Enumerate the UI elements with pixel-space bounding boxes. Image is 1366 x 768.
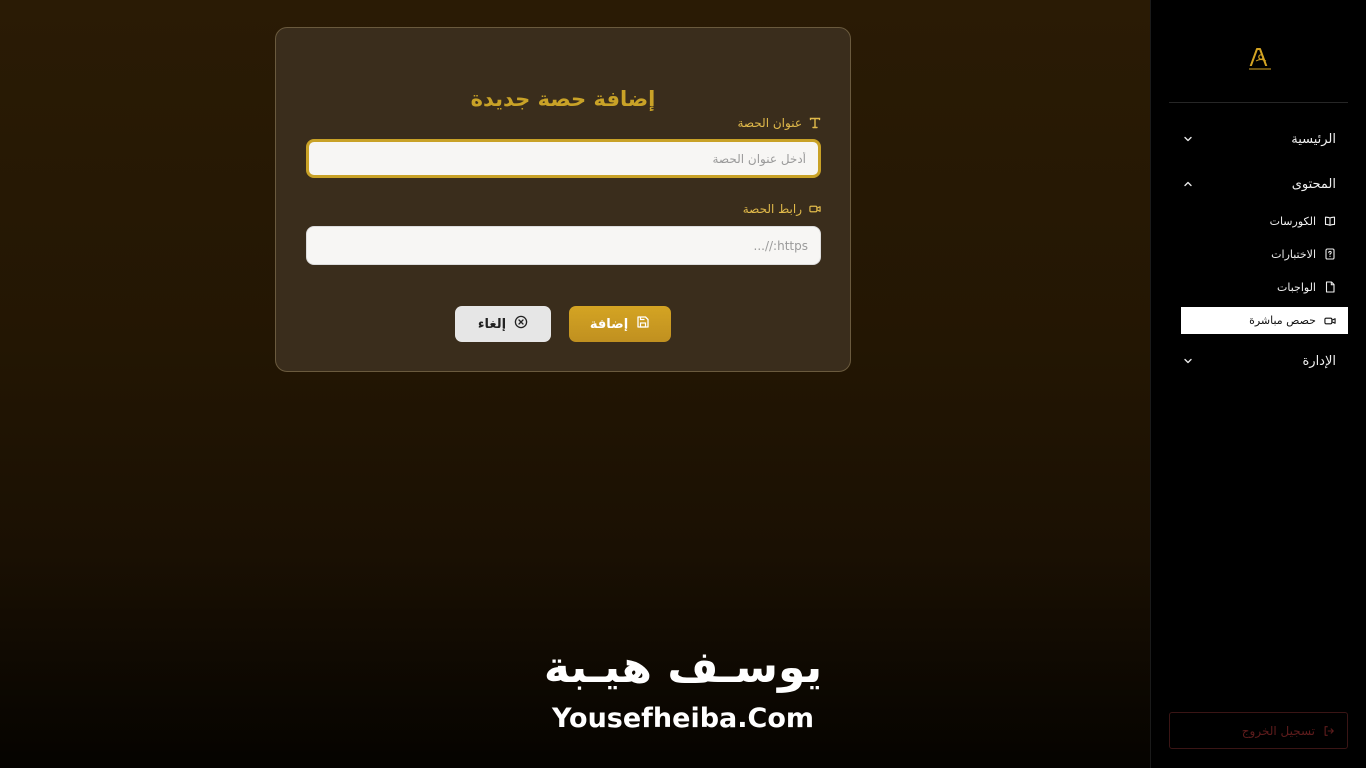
sidebar-item-label: الإدارة xyxy=(1302,353,1336,369)
sidebar: الرئيسية المحتوى الكورسات الاختبارات الو… xyxy=(1150,0,1366,768)
sidebar-item-admin[interactable]: الإدارة xyxy=(1181,349,1336,373)
save-icon xyxy=(636,315,650,333)
sidebar-item-label: المحتوى xyxy=(1291,176,1336,192)
session-url-label-text: رابط الحصة xyxy=(742,202,802,216)
file-question-icon xyxy=(1324,248,1336,260)
sidebar-subitem-label: الاختبارات xyxy=(1271,247,1316,261)
sidebar-subitem-homework[interactable]: الواجبات xyxy=(1181,276,1336,298)
sidebar-item-label: الرئيسية xyxy=(1291,131,1336,147)
sidebar-subitem-label: الواجبات xyxy=(1277,280,1316,294)
sidebar-item-content[interactable]: المحتوى xyxy=(1181,172,1336,196)
video-icon xyxy=(809,203,821,215)
cancel-button-label: إلغاء xyxy=(477,316,507,332)
logout-icon xyxy=(1323,725,1335,737)
sidebar-subitem-courses[interactable]: الكورسات xyxy=(1181,210,1336,232)
logout-button[interactable]: تسجيل الخروج xyxy=(1169,712,1348,749)
close-circle-icon xyxy=(514,315,528,333)
text-type-icon xyxy=(809,117,821,129)
sidebar-subitem-exams[interactable]: الاختبارات xyxy=(1181,243,1336,265)
add-button-label: إضافة xyxy=(589,316,629,332)
session-title-label: عنوان الحصة xyxy=(737,116,821,130)
session-title-input[interactable] xyxy=(306,139,821,178)
sidebar-subitem-label: حصص مباشرة xyxy=(1249,314,1316,327)
chevron-up-icon xyxy=(1181,177,1195,191)
sidebar-divider xyxy=(1169,102,1348,103)
brand-logo-icon[interactable] xyxy=(1244,46,1274,74)
chevron-down-icon xyxy=(1181,132,1195,146)
add-button[interactable]: إضافة xyxy=(569,306,671,342)
chevron-down-icon xyxy=(1181,354,1195,368)
sidebar-item-home[interactable]: الرئيسية xyxy=(1181,127,1336,151)
session-url-label: رابط الحصة xyxy=(743,202,821,216)
sidebar-subitem-live-sessions[interactable]: حصص مباشرة xyxy=(1181,307,1348,334)
session-title-label-text: عنوان الحصة xyxy=(737,116,802,130)
main-content: إضافة حصة جديدة عنوان الحصة رابط الحصة إ… xyxy=(0,0,1150,768)
file-icon xyxy=(1324,281,1336,293)
book-open-icon xyxy=(1324,215,1336,227)
logout-label: تسجيل الخروج xyxy=(1241,723,1315,738)
cancel-button[interactable]: إلغاء xyxy=(455,306,551,342)
session-url-input[interactable] xyxy=(306,226,821,265)
video-icon xyxy=(1324,315,1336,327)
add-session-card: إضافة حصة جديدة عنوان الحصة رابط الحصة إ… xyxy=(275,27,851,372)
sidebar-subitem-label: الكورسات xyxy=(1269,214,1316,228)
form-title: إضافة حصة جديدة xyxy=(470,87,656,111)
